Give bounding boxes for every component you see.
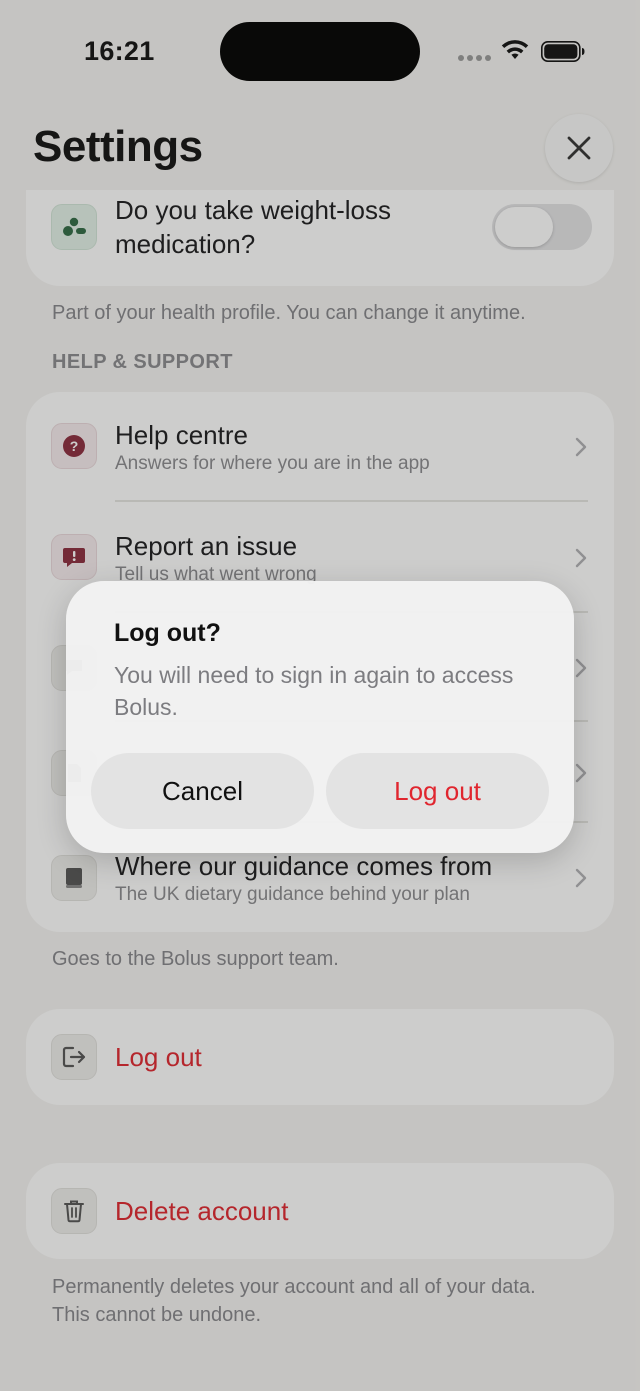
- confirm-logout-button[interactable]: Log out: [326, 753, 549, 829]
- logout-confirm-dialog: Log out? You will need to sign in again …: [66, 581, 574, 853]
- dialog-title: Log out?: [114, 619, 221, 647]
- dialog-message: You will need to sign in again to access…: [114, 662, 514, 720]
- cancel-button[interactable]: Cancel: [91, 753, 314, 829]
- settings-screen: 16:21 Settings Do you take weight-loss m…: [0, 0, 640, 1391]
